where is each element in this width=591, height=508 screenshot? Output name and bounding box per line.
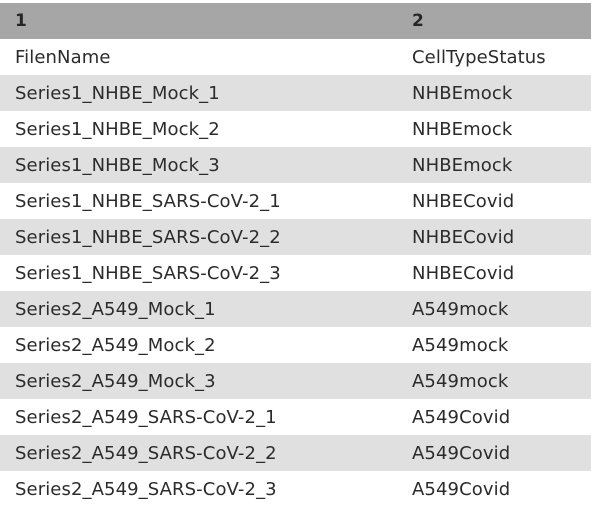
cell-filename[interactable]: Series2_A549_SARS-CoV-2_2: [0, 435, 397, 471]
table-row[interactable]: Series2_A549_Mock_2 A549mock: [0, 327, 591, 363]
table-row[interactable]: Series1_NHBE_Mock_2 NHBEmock: [0, 111, 591, 147]
cell-celltypestatus[interactable]: NHBEmock: [397, 75, 591, 111]
cell-celltypestatus[interactable]: NHBECovid: [397, 219, 591, 255]
cell-celltypestatus[interactable]: A549Covid: [397, 435, 591, 471]
cell-celltypestatus[interactable]: NHBEmock: [397, 147, 591, 183]
cell-celltypestatus[interactable]: NHBECovid: [397, 183, 591, 219]
table-row[interactable]: Series2_A549_Mock_3 A549mock: [0, 363, 591, 399]
cell-filename[interactable]: Series2_A549_SARS-CoV-2_1: [0, 399, 397, 435]
cell-celltypestatus[interactable]: A549mock: [397, 291, 591, 327]
table-row[interactable]: Series1_NHBE_Mock_3 NHBEmock: [0, 147, 591, 183]
cell-celltypestatus[interactable]: A549mock: [397, 327, 591, 363]
cell-filename[interactable]: Series1_NHBE_SARS-CoV-2_1: [0, 183, 397, 219]
table-body: FilenName CellTypeStatus Series1_NHBE_Mo…: [0, 39, 591, 507]
table-row[interactable]: Series2_A549_SARS-CoV-2_3 A549Covid: [0, 471, 591, 507]
cell-celltypestatus[interactable]: NHBECovid: [397, 255, 591, 291]
cell-filename[interactable]: Series2_A549_SARS-CoV-2_3: [0, 471, 397, 507]
cell-filename[interactable]: Series1_NHBE_Mock_1: [0, 75, 397, 111]
cell-celltypestatus[interactable]: A549Covid: [397, 471, 591, 507]
table-header: 1 2: [0, 3, 591, 39]
cell-celltypestatus[interactable]: NHBEmock: [397, 111, 591, 147]
column-header-1[interactable]: 1: [0, 3, 397, 39]
header-row: 1 2: [0, 3, 591, 39]
table-row[interactable]: Series2_A549_Mock_1 A549mock: [0, 291, 591, 327]
table-row[interactable]: Series1_NHBE_SARS-CoV-2_1 NHBECovid: [0, 183, 591, 219]
cell-celltypestatus[interactable]: A549Covid: [397, 399, 591, 435]
table-row[interactable]: Series2_A549_SARS-CoV-2_2 A549Covid: [0, 435, 591, 471]
cell-filename[interactable]: Series2_A549_Mock_1: [0, 291, 397, 327]
column-header-2[interactable]: 2: [397, 3, 591, 39]
table-row[interactable]: Series1_NHBE_SARS-CoV-2_3 NHBECovid: [0, 255, 591, 291]
cell-filename[interactable]: Series2_A549_Mock_3: [0, 363, 397, 399]
table-row[interactable]: Series2_A549_SARS-CoV-2_1 A549Covid: [0, 399, 591, 435]
cell-celltypestatus[interactable]: CellTypeStatus: [397, 39, 591, 75]
table-row[interactable]: FilenName CellTypeStatus: [0, 39, 591, 75]
cell-filename[interactable]: Series1_NHBE_SARS-CoV-2_3: [0, 255, 397, 291]
cell-filename[interactable]: Series2_A549_Mock_2: [0, 327, 397, 363]
cell-filename[interactable]: Series1_NHBE_Mock_3: [0, 147, 397, 183]
cell-celltypestatus[interactable]: A549mock: [397, 363, 591, 399]
cell-filename[interactable]: FilenName: [0, 39, 397, 75]
data-table: 1 2 FilenName CellTypeStatus Series1_NHB…: [0, 3, 591, 507]
cell-filename[interactable]: Series1_NHBE_SARS-CoV-2_2: [0, 219, 397, 255]
table-row[interactable]: Series1_NHBE_Mock_1 NHBEmock: [0, 75, 591, 111]
cell-filename[interactable]: Series1_NHBE_Mock_2: [0, 111, 397, 147]
table-row[interactable]: Series1_NHBE_SARS-CoV-2_2 NHBECovid: [0, 219, 591, 255]
